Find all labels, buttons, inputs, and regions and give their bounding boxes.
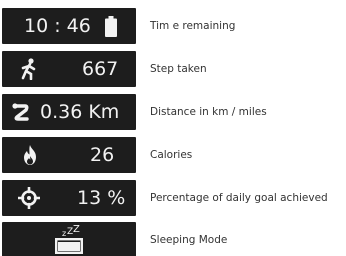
- svg-text:Z: Z: [73, 224, 80, 235]
- target-crosshair-icon: [18, 187, 40, 209]
- time-display-tile: 10 : 46: [2, 8, 136, 44]
- svg-text:z: z: [62, 229, 66, 238]
- legend-row-time: 10 : 46 Tim e remaining: [2, 8, 346, 44]
- calories-label: Calories: [150, 149, 193, 161]
- distance-display-tile: 0.36 Km: [2, 94, 136, 130]
- time-remaining-label: Tim e remaining: [150, 20, 236, 32]
- flame-icon: [24, 145, 36, 165]
- calories-display-tile: 26: [2, 137, 136, 173]
- distance-value: 0.36 Km: [40, 101, 120, 123]
- daily-goal-label: Percentage of daily goal achieved: [150, 192, 328, 204]
- sleeping-mode-label: Sleeping Mode: [150, 234, 228, 246]
- distance-route-icon: [12, 103, 29, 121]
- steps-taken-label: Step taken: [150, 63, 207, 75]
- legend-row-sleep: z Z Z Sleeping Mode: [2, 222, 346, 256]
- steps-display-tile: 667: [2, 51, 136, 87]
- calories-value: 26: [90, 144, 115, 166]
- goal-display-tile: 13 %: [2, 180, 136, 216]
- sleeping-bed-zzz-icon: z Z Z: [55, 224, 83, 254]
- battery-icon: [105, 16, 117, 37]
- legend-row-distance: 0.36 Km Distance in km / miles: [2, 94, 346, 130]
- goal-percentage-value: 13 %: [77, 187, 126, 209]
- steps-value: 667: [82, 58, 119, 80]
- legend-row-calories: 26 Calories: [2, 137, 346, 173]
- sleep-display-tile: z Z Z: [2, 222, 136, 256]
- walking-person-icon: [21, 58, 36, 80]
- distance-label: Distance in km / miles: [150, 106, 267, 118]
- legend-row-steps: 667 Step taken: [2, 51, 346, 87]
- legend-row-goal: 13 % Percentage of daily goal achieved: [2, 180, 346, 216]
- time-value: 10 : 46: [24, 15, 91, 37]
